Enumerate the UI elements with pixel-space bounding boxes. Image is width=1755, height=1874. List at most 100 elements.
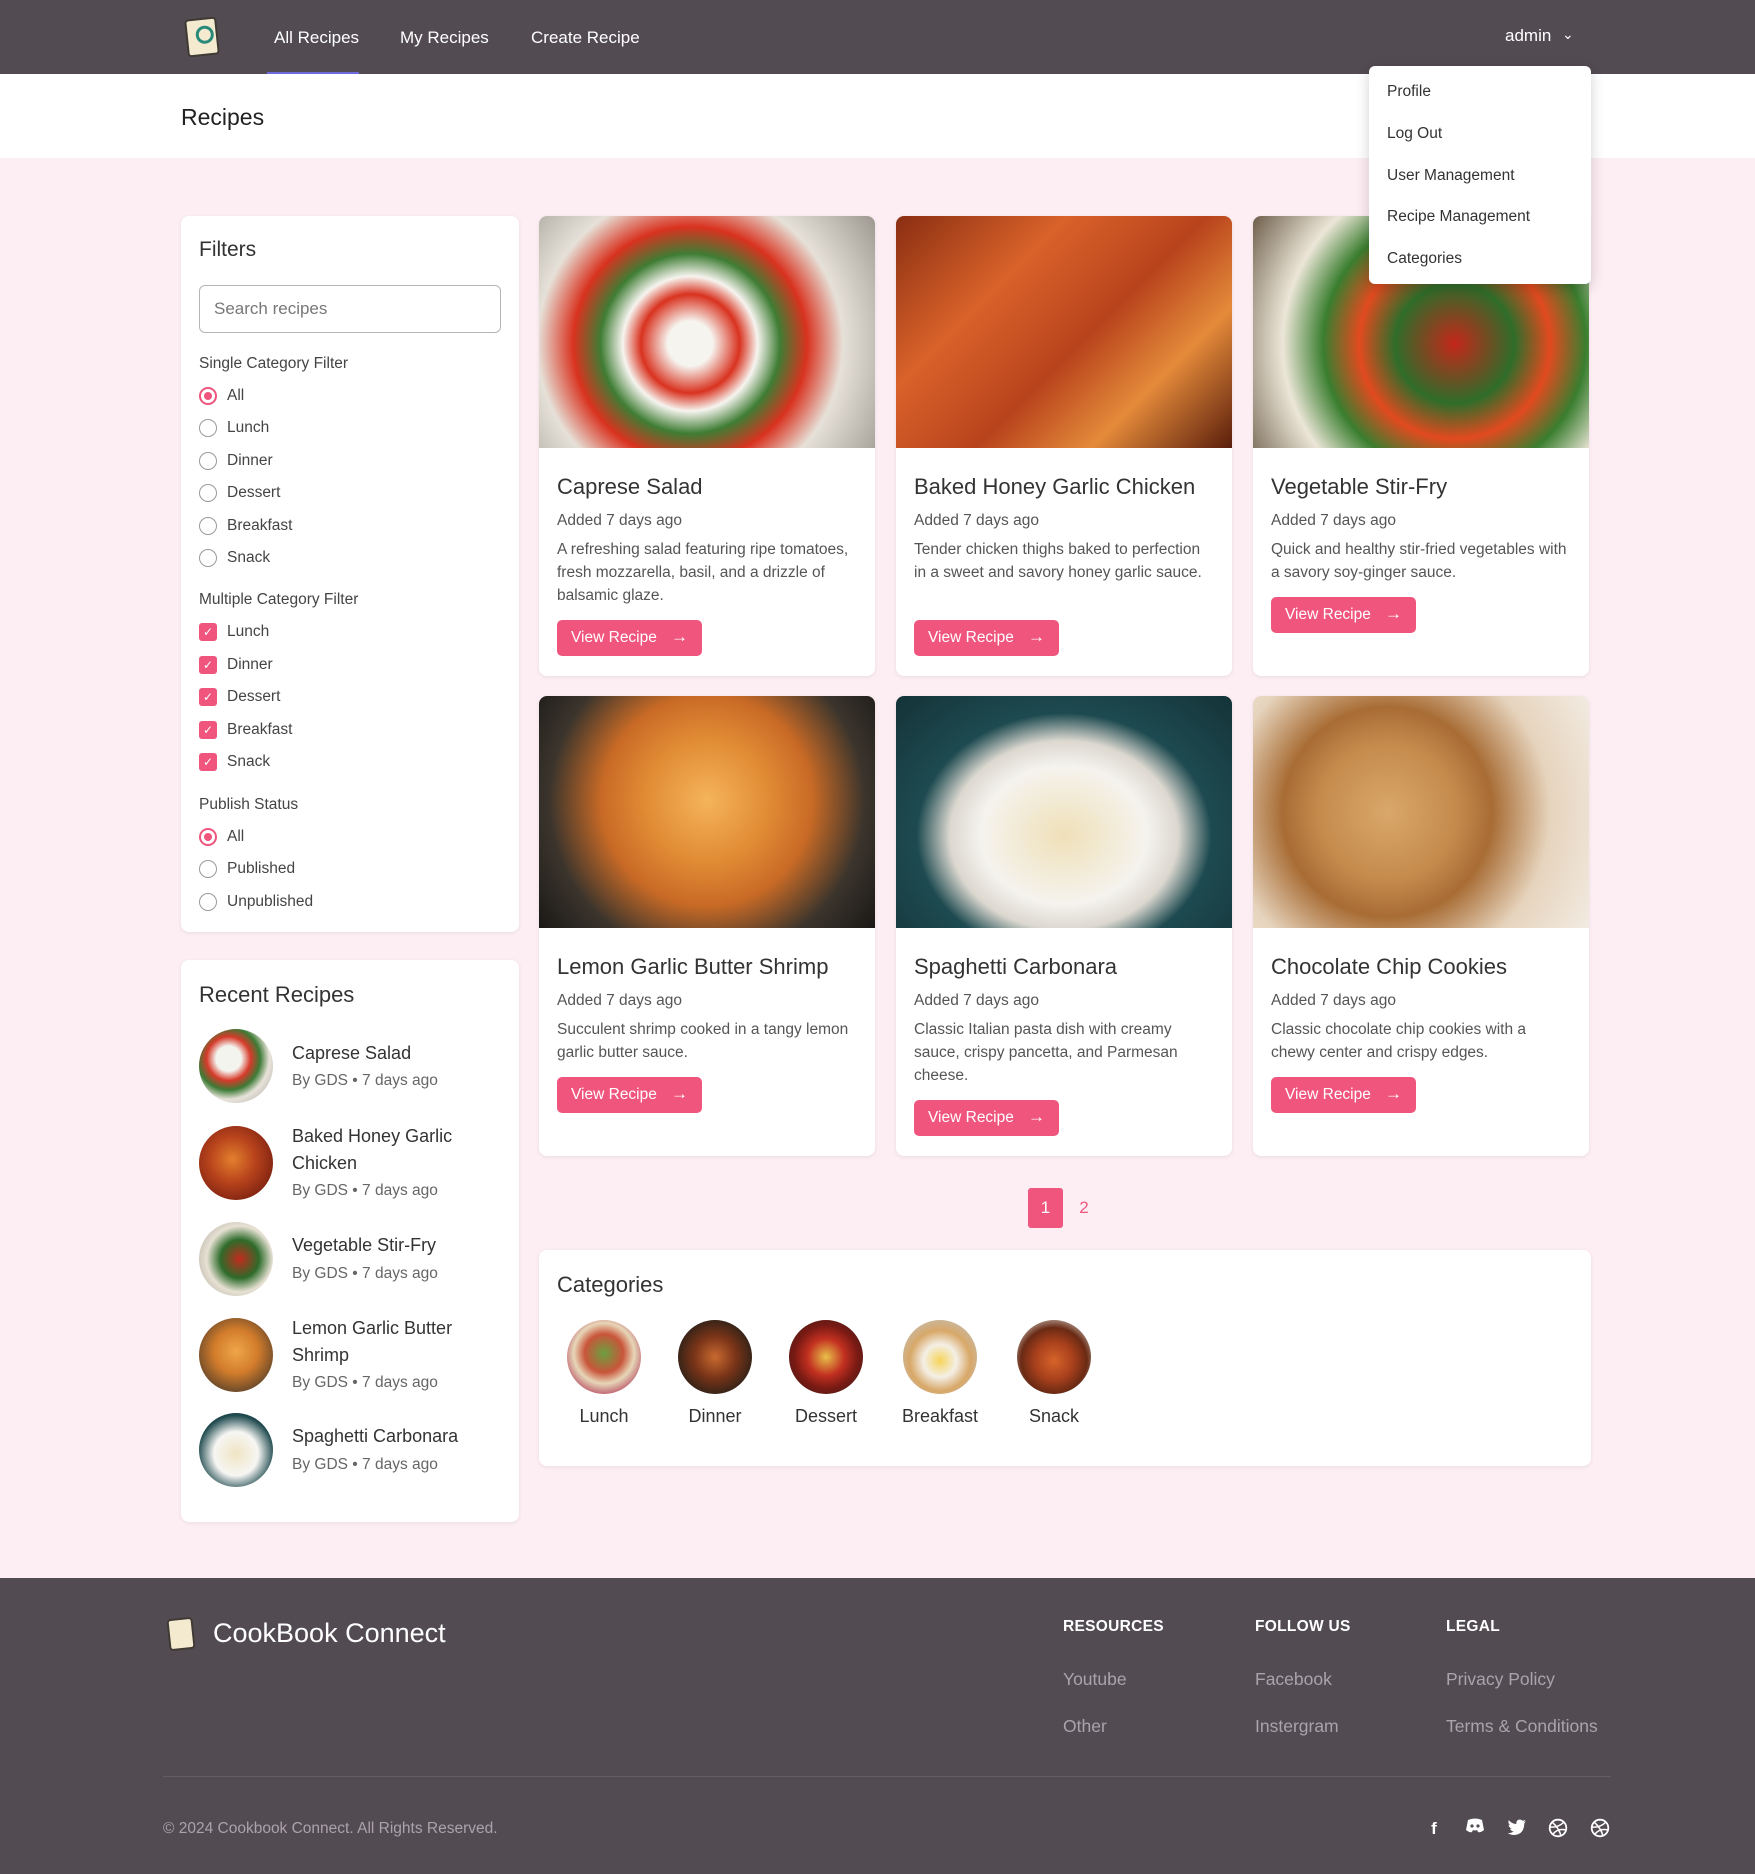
recent-recipe-name[interactable]: Lemon Garlic Butter Shrimp bbox=[292, 1315, 492, 1369]
recipe-title[interactable]: Vegetable Stir-Fry bbox=[1271, 474, 1447, 500]
recipe-card: Spaghetti Carbonara Added 7 days ago Cla… bbox=[896, 696, 1232, 1156]
radio-single-snack[interactable]: Snack bbox=[199, 548, 270, 568]
user-menu-button[interactable]: admin bbox=[1505, 26, 1551, 46]
category-lunch[interactable]: Lunch bbox=[554, 1320, 654, 1427]
category-dessert[interactable]: Dessert bbox=[776, 1320, 876, 1427]
radio-single-lunch[interactable]: Lunch bbox=[199, 418, 269, 438]
chevron-down-icon[interactable]: ⌄ bbox=[1562, 26, 1574, 43]
pagination-page-1[interactable]: 1 bbox=[1028, 1188, 1063, 1228]
dribbble-icon[interactable] bbox=[1547, 1818, 1569, 1840]
app-logo-icon[interactable] bbox=[184, 16, 220, 58]
recipe-image[interactable] bbox=[539, 696, 875, 928]
radio-publish-all[interactable]: All bbox=[199, 827, 244, 847]
recipe-card: Lemon Garlic Butter Shrimp Added 7 days … bbox=[539, 696, 875, 1156]
footer-link-terms[interactable]: Terms & Conditions bbox=[1446, 1716, 1598, 1737]
radio-publish-unpublished[interactable]: Unpublished bbox=[199, 892, 313, 912]
radio-button[interactable] bbox=[199, 549, 217, 567]
checkmark-icon[interactable]: ✓ bbox=[199, 688, 217, 706]
footer-link-facebook[interactable]: Facebook bbox=[1255, 1669, 1332, 1690]
footer-link-privacy-policy[interactable]: Privacy Policy bbox=[1446, 1669, 1555, 1690]
view-recipe-button[interactable]: View Recipe → bbox=[1271, 1077, 1416, 1113]
checkmark-icon[interactable]: ✓ bbox=[199, 721, 217, 739]
recipe-title[interactable]: Baked Honey Garlic Chicken bbox=[914, 474, 1195, 500]
footer-link-youtube[interactable]: Youtube bbox=[1063, 1669, 1127, 1690]
recipe-description: Classic chocolate chip cookies with a ch… bbox=[1271, 1021, 1527, 1061]
facebook-icon[interactable]: f bbox=[1423, 1818, 1445, 1840]
category-image[interactable] bbox=[567, 1320, 641, 1394]
category-breakfast[interactable]: Breakfast bbox=[890, 1320, 990, 1427]
radio-button-checked[interactable] bbox=[199, 828, 217, 846]
checkbox-multi-dessert[interactable]: ✓ Dessert bbox=[199, 687, 280, 707]
menu-item-user-management[interactable]: User Management bbox=[1387, 167, 1515, 185]
twitter-icon[interactable] bbox=[1506, 1818, 1528, 1840]
recipe-description: Tender chicken thighs baked to perfectio… bbox=[914, 541, 1202, 581]
recipe-title[interactable]: Chocolate Chip Cookies bbox=[1271, 954, 1507, 980]
view-recipe-button[interactable]: View Recipe → bbox=[557, 1077, 702, 1113]
dribbble-icon[interactable] bbox=[1589, 1818, 1611, 1840]
view-recipe-button[interactable]: View Recipe → bbox=[1271, 597, 1416, 633]
nav-my-recipes[interactable]: My Recipes bbox=[400, 28, 489, 48]
checkbox-multi-lunch[interactable]: ✓ Lunch bbox=[199, 622, 269, 642]
checkmark-icon[interactable]: ✓ bbox=[199, 623, 217, 641]
radio-single-all[interactable]: All bbox=[199, 386, 244, 406]
radio-single-dinner[interactable]: Dinner bbox=[199, 451, 273, 471]
recent-recipe-name[interactable]: Baked Honey Garlic Chicken bbox=[292, 1123, 492, 1177]
nav-all-recipes[interactable]: All Recipes bbox=[274, 28, 359, 48]
checkbox-multi-snack[interactable]: ✓ Snack bbox=[199, 752, 270, 772]
recent-recipe-name[interactable]: Spaghetti Carbonara bbox=[292, 1423, 492, 1450]
discord-icon[interactable] bbox=[1464, 1818, 1486, 1840]
multiple-category-title: Multiple Category Filter bbox=[199, 591, 359, 608]
category-snack[interactable]: Snack bbox=[1004, 1320, 1104, 1427]
recipe-image[interactable] bbox=[896, 696, 1232, 928]
top-navbar: All Recipes My Recipes Create Recipe adm… bbox=[0, 0, 1755, 74]
recipe-image[interactable] bbox=[896, 216, 1232, 448]
checkmark-icon[interactable]: ✓ bbox=[199, 656, 217, 674]
radio-button[interactable] bbox=[199, 517, 217, 535]
radio-button[interactable] bbox=[199, 484, 217, 502]
footer-link-other[interactable]: Other bbox=[1063, 1716, 1107, 1737]
category-dinner[interactable]: Dinner bbox=[665, 1320, 765, 1427]
recipe-date: Added 7 days ago bbox=[914, 992, 1039, 1009]
radio-single-breakfast[interactable]: Breakfast bbox=[199, 516, 292, 536]
checkbox-multi-breakfast[interactable]: ✓ Breakfast bbox=[199, 720, 292, 740]
view-recipe-button[interactable]: View Recipe → bbox=[557, 620, 702, 656]
menu-item-profile[interactable]: Profile bbox=[1387, 83, 1431, 101]
recipe-image[interactable] bbox=[1253, 696, 1589, 928]
category-image[interactable] bbox=[903, 1320, 977, 1394]
recipe-description: A refreshing salad featuring ripe tomato… bbox=[557, 541, 849, 604]
view-recipe-button[interactable]: View Recipe → bbox=[914, 1100, 1059, 1136]
radio-button[interactable] bbox=[199, 860, 217, 878]
checkmark-icon[interactable]: ✓ bbox=[199, 753, 217, 771]
recipe-description: Classic Italian pasta dish with creamy s… bbox=[914, 1021, 1178, 1084]
search-input[interactable] bbox=[199, 285, 501, 333]
arrow-right-icon: → bbox=[671, 1084, 688, 1103]
pagination-page-2[interactable]: 2 bbox=[1071, 1188, 1097, 1228]
radio-publish-published[interactable]: Published bbox=[199, 859, 295, 879]
category-label: Lunch bbox=[579, 1406, 629, 1426]
category-image[interactable] bbox=[678, 1320, 752, 1394]
radio-button[interactable] bbox=[199, 419, 217, 437]
checkbox-multi-dinner[interactable]: ✓ Dinner bbox=[199, 655, 273, 675]
radio-button-checked[interactable] bbox=[199, 387, 217, 405]
recent-recipe-name[interactable]: Caprese Salad bbox=[292, 1040, 492, 1067]
recipe-title[interactable]: Caprese Salad bbox=[557, 474, 703, 500]
view-recipe-button[interactable]: View Recipe → bbox=[914, 620, 1059, 656]
nav-create-recipe[interactable]: Create Recipe bbox=[531, 28, 640, 48]
footer-link-instagram[interactable]: Instergram bbox=[1255, 1716, 1339, 1737]
recent-recipe-meta: By GDS • 7 days ago bbox=[292, 1072, 438, 1089]
recipe-title[interactable]: Spaghetti Carbonara bbox=[914, 954, 1117, 980]
category-image[interactable] bbox=[1017, 1320, 1091, 1394]
radio-single-dessert[interactable]: Dessert bbox=[199, 483, 280, 503]
menu-item-recipe-management[interactable]: Recipe Management bbox=[1387, 208, 1530, 226]
category-image[interactable] bbox=[789, 1320, 863, 1394]
arrow-right-icon: → bbox=[1385, 1084, 1402, 1103]
radio-button[interactable] bbox=[199, 893, 217, 911]
recipe-title[interactable]: Lemon Garlic Butter Shrimp bbox=[557, 954, 828, 980]
recipe-image[interactable] bbox=[539, 216, 875, 448]
recent-recipe-name[interactable]: Vegetable Stir-Fry bbox=[292, 1232, 492, 1259]
menu-item-log-out[interactable]: Log Out bbox=[1387, 125, 1442, 143]
menu-item-categories[interactable]: Categories bbox=[1387, 250, 1462, 268]
recipe-card: Caprese Salad Added 7 days ago A refresh… bbox=[539, 216, 875, 676]
radio-button[interactable] bbox=[199, 452, 217, 470]
recipe-date: Added 7 days ago bbox=[1271, 512, 1396, 529]
